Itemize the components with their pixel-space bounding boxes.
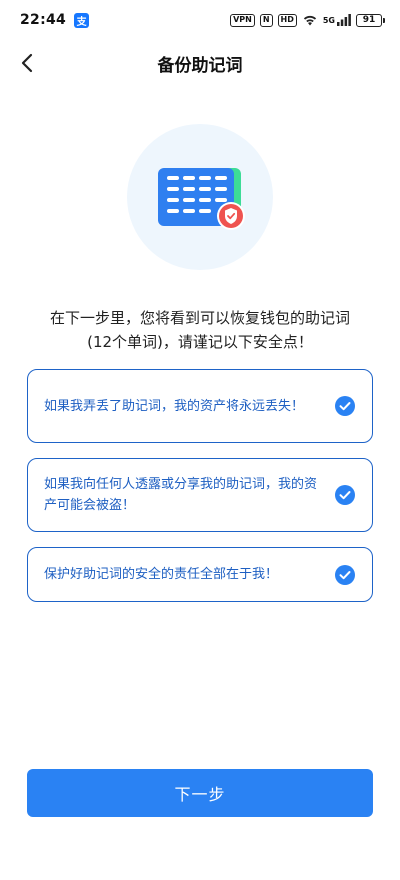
status-indicators: VPN N HD 5G 91 xyxy=(230,13,385,27)
tip-text: 如果我弄丢了助记词，我的资产将永远丢失！ xyxy=(44,398,305,414)
checkmark-circle-icon xyxy=(335,564,355,585)
intro-text: 在下一步里，您将看到可以恢复钱包的助记词 (12个单词)，请谨记以下安全点！ xyxy=(20,306,380,354)
nfc-icon: N xyxy=(259,13,273,27)
chevron-left-icon xyxy=(21,53,33,73)
next-step-button[interactable]: 下一步 xyxy=(27,769,373,817)
alipay-icon: 支 xyxy=(74,12,90,28)
mnemonic-illustration xyxy=(127,124,273,270)
tip-text: 如果我向任何人透露或分享我的助记词，我的资产可能会被盗！ xyxy=(44,477,318,513)
wifi-icon xyxy=(303,15,316,26)
page-title: 备份助记词 xyxy=(157,55,243,76)
tip-card-lose[interactable]: 如果我弄丢了助记词，我的资产将永远丢失！ xyxy=(27,369,373,443)
nav-bar: 备份助记词 xyxy=(0,40,400,86)
tip-card-share[interactable]: 如果我向任何人透露或分享我的助记词，我的资产可能会被盗！ xyxy=(27,458,373,532)
battery-icon: 91 xyxy=(356,13,385,27)
signal-icon xyxy=(337,14,351,26)
status-bar: 22:44 支 VPN N HD 5G 91 xyxy=(0,0,400,40)
checkmark-circle-icon xyxy=(335,485,355,505)
back-button[interactable] xyxy=(12,48,42,78)
tip-text: 保护好助记词的安全的责任全部在于我！ xyxy=(44,567,279,582)
checkmark-circle-icon xyxy=(335,396,355,416)
tip-card-responsibility[interactable]: 保护好助记词的安全的责任全部在于我！ xyxy=(27,547,373,602)
intro-line-2: (12个单词)，请谨记以下安全点！ xyxy=(87,333,313,351)
hd-icon: HD xyxy=(277,13,297,27)
vpn-icon: VPN xyxy=(230,13,255,27)
status-time: 22:44 xyxy=(20,12,67,28)
signal-label: 5G xyxy=(322,15,335,25)
intro-line-1: 在下一步里，您将看到可以恢复钱包的助记词 xyxy=(49,309,350,327)
tips-list: 如果我弄丢了助记词，我的资产将永远丢失！ 如果我向任何人透露或分享我的助记词，我… xyxy=(27,369,373,617)
mnemonic-card-icon xyxy=(158,168,245,230)
